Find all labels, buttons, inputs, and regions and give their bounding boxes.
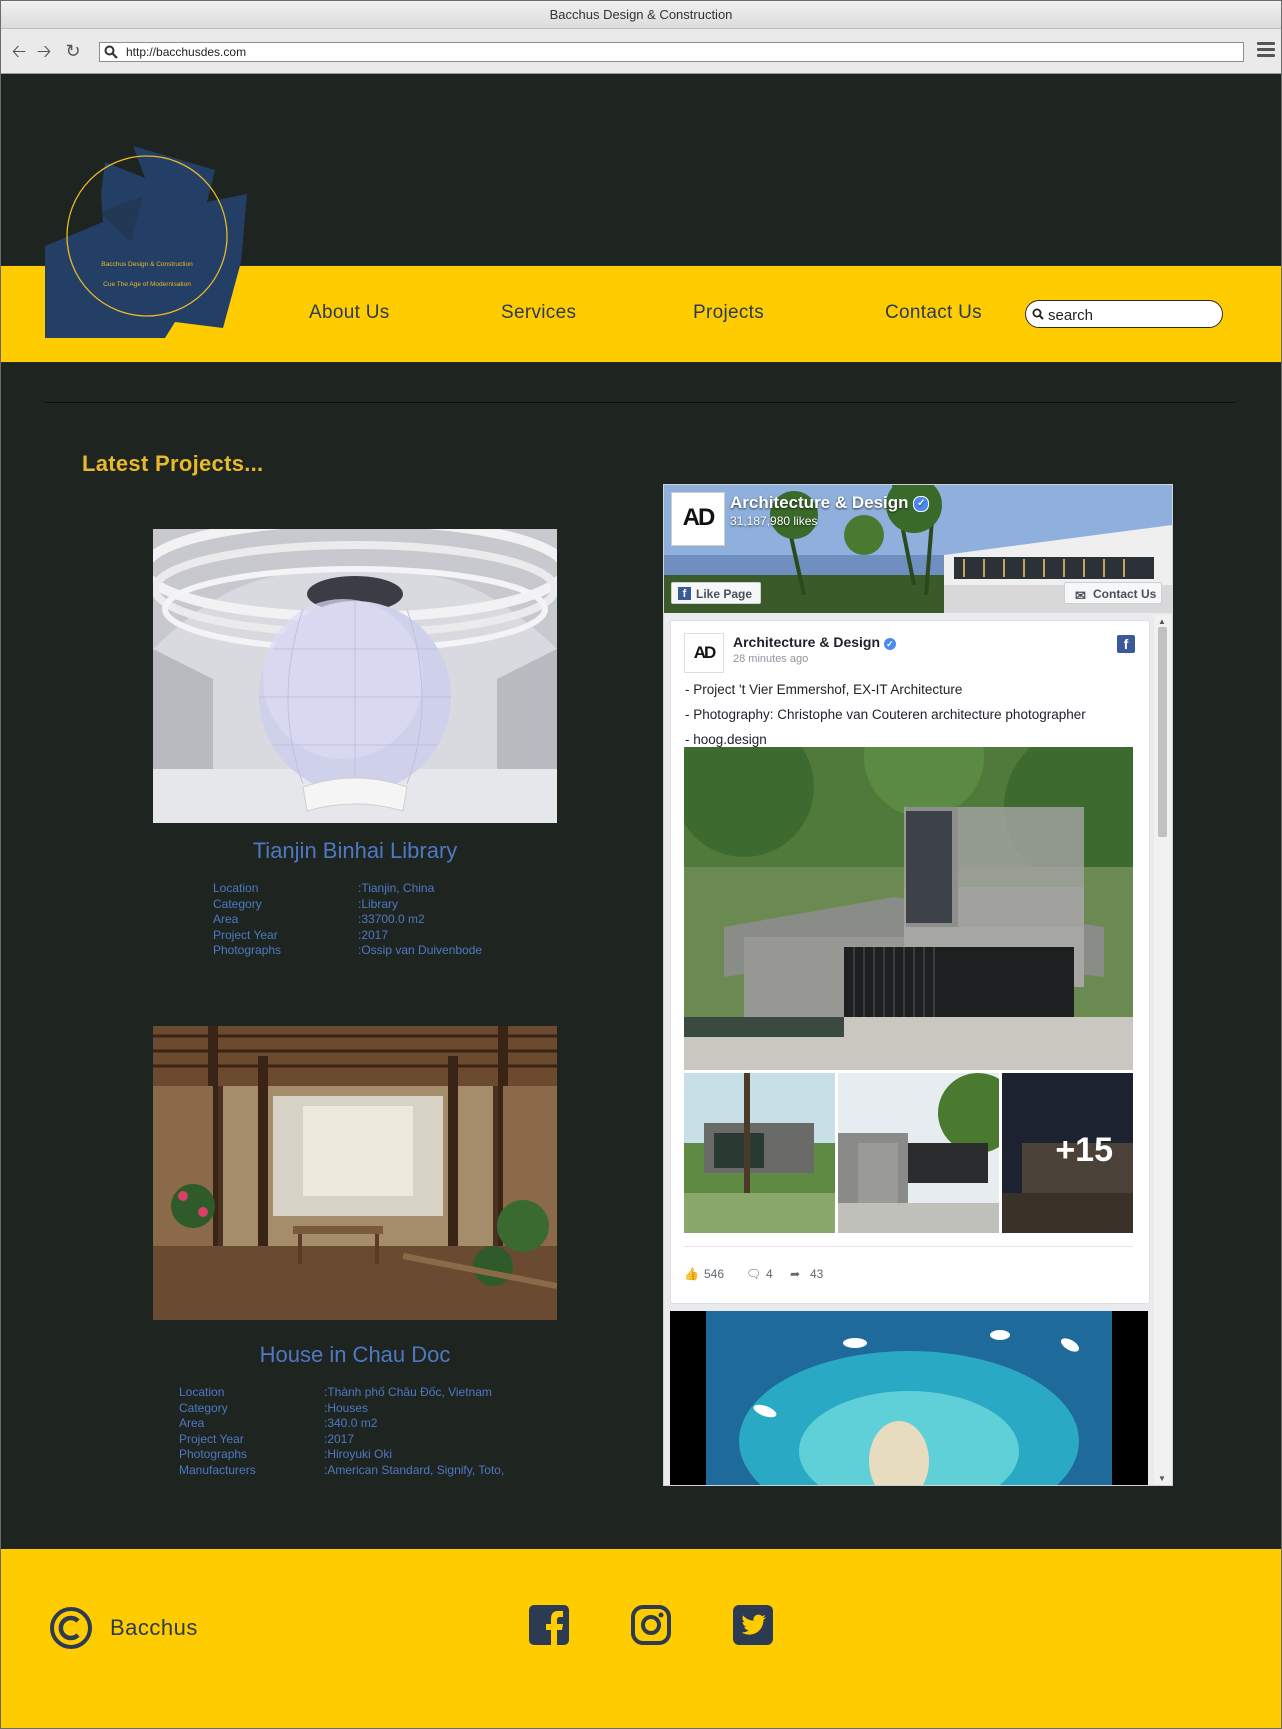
scroll-up-icon[interactable]: ▲ — [1158, 617, 1166, 626]
like-count: 546 — [704, 1267, 725, 1281]
post-photo-thumb[interactable] — [684, 1073, 835, 1233]
post-author-logo[interactable]: AD — [684, 633, 724, 673]
browser-window: Bacchus Design & Construction 🡠 🡢 ↻ http… — [0, 0, 1282, 1729]
facebook-post: AD Architecture & Design ✓ 28 minutes ag… — [670, 620, 1150, 1304]
nav-services[interactable]: Services — [501, 302, 576, 324]
window-title: Bacchus Design & Construction — [1, 1, 1281, 29]
scroll-down-icon[interactable]: ▼ — [1158, 1474, 1166, 1483]
nav-contact-us[interactable]: Contact Us — [885, 302, 982, 324]
search-icon — [1032, 308, 1044, 320]
post-main-photo[interactable] — [684, 747, 1133, 1070]
spec-value: :2017 — [324, 1431, 355, 1446]
post-text: - Project 't Vier Emmershof, EX-IT Archi… — [685, 677, 1086, 752]
logo-tagline: Cue The Age of Modernisation — [103, 281, 191, 288]
spec-key: Category — [213, 896, 262, 911]
facebook-icon[interactable]: f — [1117, 635, 1135, 653]
back-arrow-icon[interactable]: 🡠 — [9, 41, 29, 61]
verified-badge-icon: ✓ — [883, 638, 896, 650]
spec-value: :33700.0 m2 — [358, 912, 425, 927]
section-divider — [45, 402, 1235, 403]
project-title[interactable]: Tianjin Binhai Library — [153, 838, 557, 864]
spec-key: Project Year — [213, 927, 278, 942]
spec-value: :Tianjin, China — [358, 881, 435, 895]
nav-about-us[interactable]: About Us — [309, 302, 390, 324]
like-icon[interactable]: 👍 — [684, 1267, 699, 1281]
post-author[interactable]: Architecture & Design ✓ — [733, 634, 896, 650]
facebook-icon: f — [678, 587, 691, 600]
page-likes: 31,187,980 likes — [730, 514, 818, 528]
like-page-button[interactable]: f Like Page — [671, 582, 761, 604]
browser-toolbar: 🡠 🡢 ↻ http://bacchusdes.com — [1, 29, 1281, 74]
url-text: http://bacchusdes.com — [126, 45, 247, 59]
site-footer: Bacchus — [1, 1549, 1281, 1728]
project-specs: Location :Tianjin, China Category :Library… — [213, 881, 553, 959]
share-icon[interactable]: ➦ — [790, 1267, 800, 1281]
spec-value: :Library — [358, 896, 399, 911]
page-logo[interactable]: AD — [671, 492, 725, 546]
reload-icon[interactable]: ↻ — [63, 41, 83, 61]
project-image-library[interactable] — [153, 529, 557, 823]
more-photos-count[interactable]: +15 — [1055, 1131, 1113, 1170]
facebook-post-video[interactable] — [670, 1311, 1148, 1485]
footer-brand: Bacchus — [110, 1615, 198, 1640]
widget-scrollbar[interactable]: ▲ ▼ — [1154, 615, 1171, 1485]
search-input[interactable] — [1046, 304, 1220, 326]
project-image-house[interactable] — [153, 1026, 557, 1320]
page-content: Bacchus Design & Construction Cue The Ag… — [1, 74, 1281, 1728]
spec-value: :Ossip van Duivenbode — [358, 943, 483, 958]
copyright-icon — [50, 1607, 92, 1649]
logo-company-name: Bacchus Design & Construction — [101, 261, 193, 268]
hamburger-menu-icon[interactable] — [1257, 42, 1275, 60]
search-icon — [104, 45, 118, 59]
spec-key: Photographs — [213, 943, 282, 958]
spec-key: Location — [179, 1385, 225, 1399]
share-count: 43 — [810, 1267, 824, 1281]
post-line: - Photography: Christophe van Couteren a… — [685, 707, 1086, 722]
project-title[interactable]: House in Chau Doc — [153, 1342, 557, 1368]
envelope-icon: ✉ — [1075, 588, 1086, 603]
spec-value: :Thành phố Châu Đốc, Vietnam — [324, 1385, 492, 1399]
spec-value: :American Standard, Signify, Toto, — [324, 1462, 505, 1477]
post-photo-thumb[interactable] — [838, 1073, 999, 1233]
post-photo-thumb[interactable]: +15 — [1002, 1073, 1133, 1233]
verified-badge-icon: ✓ — [913, 495, 930, 512]
spec-key: Photographs — [179, 1447, 248, 1462]
project-specs: Location :Thành phố Châu Đốc, Vietnam Cat… — [179, 1385, 579, 1479]
address-bar[interactable]: http://bacchusdes.com — [99, 42, 1244, 62]
spec-key: Area — [179, 1416, 205, 1431]
spec-value: :Hiroyuki Oki — [324, 1447, 393, 1462]
comment-icon[interactable]: 🗨 — [746, 1267, 761, 1281]
spec-key: Location — [213, 881, 259, 895]
site-search[interactable] — [1025, 300, 1223, 328]
page-name[interactable]: Architecture & Design ✓ — [730, 493, 930, 513]
comment-count: 4 — [766, 1267, 773, 1281]
spec-value: :2017 — [358, 927, 389, 942]
facebook-page-widget: AD Architecture & Design ✓ 31,187,980 li… — [663, 484, 1173, 1486]
contact-us-button[interactable]: ✉ Contact Us — [1064, 582, 1162, 604]
post-timestamp[interactable]: 28 minutes ago — [733, 653, 808, 665]
spec-key: Manufacturers — [179, 1462, 256, 1477]
post-reactions: 👍 546 🗨 4 ➦ 43 — [684, 1246, 1133, 1287]
post-line: - Project 't Vier Emmershof, EX-IT Archi… — [685, 682, 963, 697]
spec-value: :340.0 m2 — [324, 1416, 378, 1431]
facebook-icon[interactable] — [527, 1603, 571, 1647]
twitter-icon[interactable] — [731, 1603, 775, 1647]
forward-arrow-icon[interactable]: 🡢 — [34, 41, 54, 61]
scrollbar-thumb[interactable] — [1158, 627, 1167, 837]
spec-value: :Houses — [324, 1400, 369, 1415]
nav-projects[interactable]: Projects — [693, 302, 764, 324]
section-title: Latest Projects... — [82, 451, 264, 476]
facebook-cover: AD Architecture & Design ✓ 31,187,980 li… — [664, 485, 1172, 613]
instagram-icon[interactable] — [629, 1603, 673, 1647]
spec-key: Area — [213, 912, 239, 927]
spec-key: Project Year — [179, 1431, 244, 1446]
company-logo[interactable]: Bacchus Design & Construction Cue The Ag… — [45, 142, 251, 338]
spec-key: Category — [179, 1400, 228, 1415]
